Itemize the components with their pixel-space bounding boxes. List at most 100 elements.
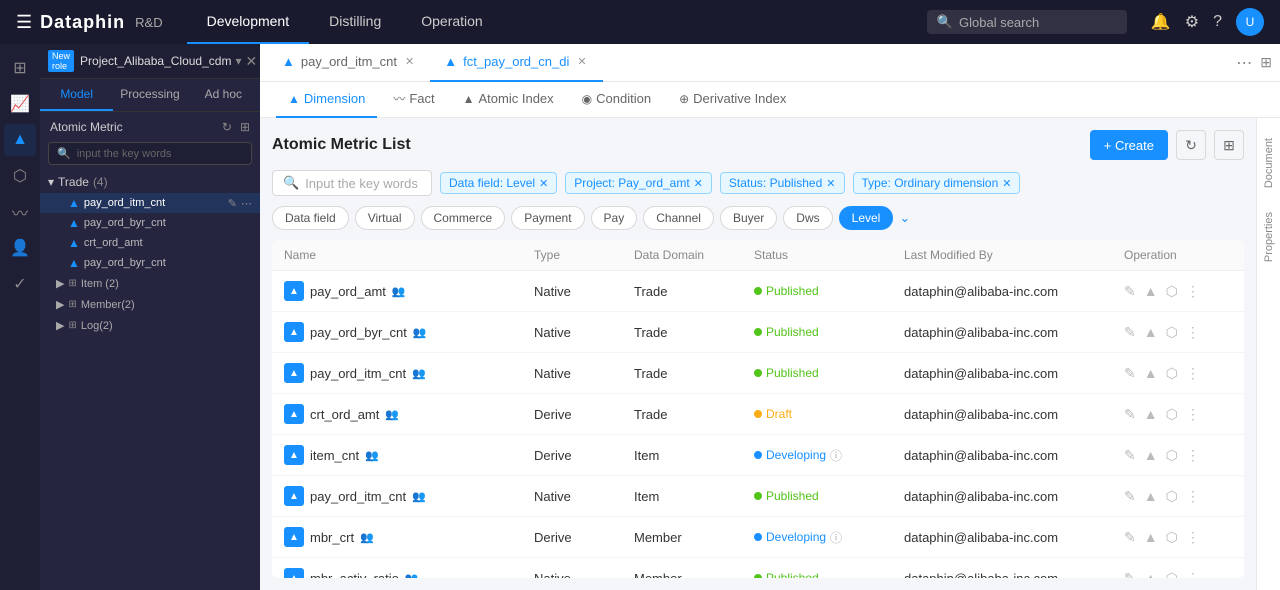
people-icon[interactable]: 👥	[365, 449, 379, 462]
cat-pill-data-field[interactable]: Data field	[272, 206, 349, 230]
project-selector[interactable]: New role Project_Alibaba_Cloud_cdm ▾ ✕	[40, 44, 260, 79]
cat-pill-channel[interactable]: Channel	[643, 206, 714, 230]
cat-pill-payment[interactable]: Payment	[511, 206, 584, 230]
sub-tab-condition[interactable]: ◉ Condition	[570, 82, 663, 118]
tab-close-button[interactable]: ✕	[403, 53, 416, 70]
more-op-icon[interactable]: ⋮	[1186, 406, 1200, 423]
filter-remove-icon[interactable]: ✕	[539, 177, 548, 190]
edit-op-icon[interactable]: ✎	[1124, 447, 1136, 464]
settings-icon[interactable]: ⚙	[1185, 12, 1199, 32]
sidebar-icon-chart[interactable]: 📈	[4, 88, 36, 120]
global-search[interactable]: 🔍 Global search	[927, 10, 1127, 34]
share-op-icon[interactable]: ⬡	[1166, 447, 1178, 464]
more-op-icon[interactable]: ⋮	[1186, 529, 1200, 546]
share-op-icon[interactable]: ⬡	[1166, 488, 1178, 505]
publish-op-icon[interactable]: ▲	[1144, 570, 1158, 578]
publish-op-icon[interactable]: ▲	[1144, 529, 1158, 545]
refresh-icon[interactable]: ↻	[222, 120, 232, 134]
share-op-icon[interactable]: ⬡	[1166, 406, 1178, 423]
publish-op-icon[interactable]: ▲	[1144, 447, 1158, 463]
tree-search[interactable]: 🔍 input the key words	[48, 142, 252, 165]
filter-tag-project[interactable]: Project: Pay_ord_amt ✕	[565, 172, 712, 194]
sub-tab-dimension[interactable]: ▲ Dimension	[276, 82, 377, 118]
create-button[interactable]: + Create	[1090, 130, 1168, 160]
list-item[interactable]: ▲ crt_ord_amt	[40, 233, 260, 253]
tab-development[interactable]: Development	[187, 0, 310, 44]
edit-op-icon[interactable]: ✎	[1124, 488, 1136, 505]
sub-tab-fact[interactable]: 〰 Fact	[381, 82, 446, 118]
filter-tag-type[interactable]: Type: Ordinary dimension ✕	[853, 172, 1021, 194]
filter-remove-icon[interactable]: ✕	[826, 177, 835, 190]
publish-op-icon[interactable]: ▲	[1144, 283, 1158, 299]
people-icon[interactable]: 👥	[392, 285, 406, 298]
share-op-icon[interactable]: ⬡	[1166, 283, 1178, 300]
delete-icon[interactable]: ✕	[245, 53, 257, 70]
tab-operation[interactable]: Operation	[401, 0, 502, 44]
edit-op-icon[interactable]: ✎	[1124, 406, 1136, 423]
left-tab-processing[interactable]: Processing	[113, 79, 186, 111]
tab-more-icon[interactable]: ⋯	[1236, 53, 1252, 73]
more-op-icon[interactable]: ⋮	[1186, 365, 1200, 382]
user-avatar[interactable]: U	[1236, 8, 1264, 36]
publish-op-icon[interactable]: ▲	[1144, 488, 1158, 504]
publish-op-icon[interactable]: ▲	[1144, 365, 1158, 381]
more-op-icon[interactable]: ⋮	[1186, 283, 1200, 300]
tab-settings-icon[interactable]: ⊞	[1260, 54, 1272, 71]
right-panel-properties[interactable]: Properties	[1259, 200, 1279, 274]
share-op-icon[interactable]: ⬡	[1166, 570, 1178, 579]
cat-pill-dws[interactable]: Dws	[783, 206, 832, 230]
people-icon[interactable]: 👥	[405, 572, 419, 579]
tab-distilling[interactable]: Distilling	[309, 0, 401, 44]
refresh-button[interactable]: ↻	[1176, 130, 1206, 160]
add-icon[interactable]: ⊞	[240, 120, 250, 134]
filter-remove-icon[interactable]: ✕	[1002, 177, 1011, 190]
sidebar-icon-graph[interactable]: 〰	[4, 196, 36, 228]
menu-icon[interactable]: ☰	[16, 12, 32, 33]
people-icon[interactable]: 👥	[413, 326, 427, 339]
more-op-icon[interactable]: ⋮	[1186, 570, 1200, 579]
sidebar-icon-layers[interactable]: ⬡	[4, 160, 36, 192]
info-icon[interactable]: ⓘ	[830, 529, 842, 546]
cat-pill-pay[interactable]: Pay	[591, 206, 638, 230]
more-icon[interactable]: ⋯	[241, 197, 252, 210]
share-op-icon[interactable]: ⬡	[1166, 365, 1178, 382]
sub-tab-atomic-index[interactable]: ▲ Atomic Index	[451, 82, 566, 118]
people-icon[interactable]: 👥	[412, 367, 426, 380]
edit-op-icon[interactable]: ✎	[1124, 529, 1136, 546]
publish-op-icon[interactable]: ▲	[1144, 406, 1158, 422]
sub-tab-derivative-index[interactable]: ⊕ Derivative Index	[667, 82, 798, 118]
share-op-icon[interactable]: ⬡	[1166, 529, 1178, 546]
search-input-bar[interactable]: 🔍 Input the key words	[272, 170, 432, 196]
sidebar-icon-person[interactable]: 👤	[4, 232, 36, 264]
tab-fct-pay-ord-cn-di[interactable]: ▲ fct_pay_ord_cn_di ✕	[430, 44, 602, 82]
tree-group-member[interactable]: ▶ ⊞ Member(2)	[40, 294, 260, 315]
sidebar-icon-table[interactable]: ⊞	[4, 52, 36, 84]
tab-pay-ord-itm-cnt[interactable]: ▲ pay_ord_itm_cnt ✕	[268, 44, 430, 82]
edit-op-icon[interactable]: ✎	[1124, 324, 1136, 341]
filter-tag-status[interactable]: Status: Published ✕	[720, 172, 845, 194]
left-tab-adhoc[interactable]: Ad hoc	[187, 79, 260, 111]
edit-op-icon[interactable]: ✎	[1124, 283, 1136, 300]
tree-group-trade[interactable]: ▾ Trade (4)	[40, 171, 260, 193]
edit-op-icon[interactable]: ✎	[1124, 570, 1136, 579]
edit-op-icon[interactable]: ✎	[1124, 365, 1136, 382]
list-item[interactable]: ▲ pay_ord_itm_cnt ✎ ⋯	[40, 193, 260, 213]
sidebar-icon-atomic[interactable]: ▲	[4, 124, 36, 156]
view-toggle-button[interactable]: ⊞	[1214, 130, 1244, 160]
list-item[interactable]: ▲ pay_ord_byr_cnt	[40, 253, 260, 273]
tree-group-log[interactable]: ▶ ⊞ Log(2)	[40, 315, 260, 336]
tab-close-button[interactable]: ✕	[575, 53, 588, 70]
edit-icon[interactable]: ✎	[228, 197, 237, 210]
left-tab-model[interactable]: Model	[40, 79, 113, 111]
sidebar-icon-check[interactable]: ✓	[4, 268, 36, 300]
info-icon[interactable]: ⓘ	[830, 447, 842, 464]
people-icon[interactable]: 👥	[385, 408, 399, 421]
help-icon[interactable]: ?	[1213, 13, 1222, 31]
tree-group-item[interactable]: ▶ ⊞ Item (2)	[40, 273, 260, 294]
filter-remove-icon[interactable]: ✕	[694, 177, 703, 190]
notification-icon[interactable]: 🔔	[1151, 12, 1171, 32]
cat-pill-level[interactable]: Level	[839, 206, 894, 230]
people-icon[interactable]: 👥	[360, 531, 374, 544]
cat-pill-virtual[interactable]: Virtual	[355, 206, 415, 230]
publish-op-icon[interactable]: ▲	[1144, 324, 1158, 340]
